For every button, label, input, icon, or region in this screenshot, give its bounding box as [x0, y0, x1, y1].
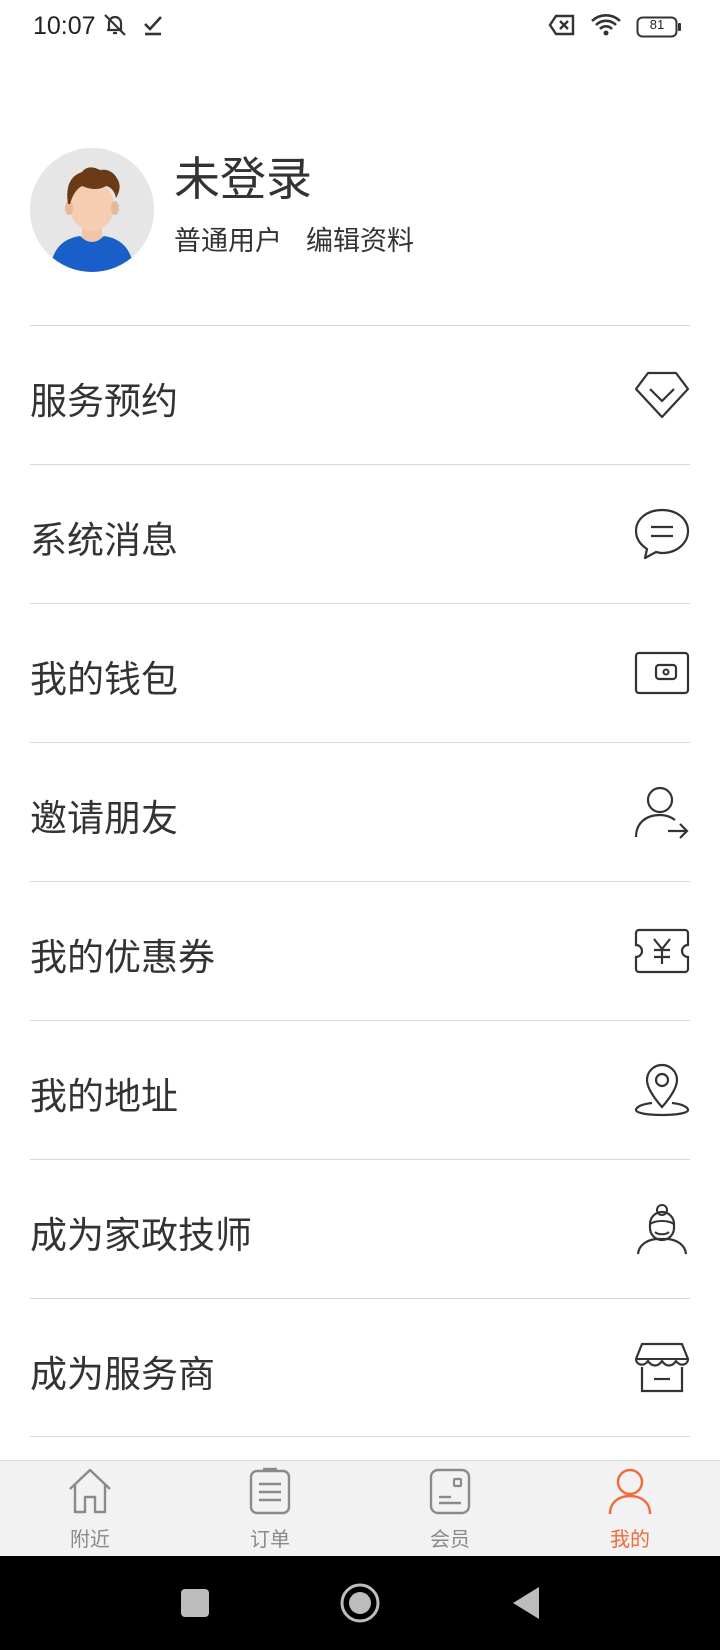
home-circle-icon — [340, 1583, 380, 1623]
status-bar: 10:07 81 — [0, 0, 720, 56]
edit-profile-link[interactable]: 编辑资料 — [306, 228, 414, 255]
menu-item-label: 成为服务商 — [30, 1352, 215, 1396]
menu-item-label: 我的钱包 — [30, 658, 178, 701]
location-pin-icon — [634, 1062, 690, 1118]
profile-name: 未登录 — [174, 152, 312, 206]
menu-list: 服务预约 系统消息 我的钱包 邀请朋友 我的优惠券 我的地址 成为家政技师 成为… — [30, 325, 690, 1437]
tab-label: 附近 — [70, 1527, 110, 1551]
check-icon — [143, 12, 163, 42]
tab-nearby[interactable]: 附近 — [0, 1461, 180, 1556]
home-nav-button[interactable] — [335, 1556, 385, 1650]
invite-user-icon — [634, 784, 690, 840]
menu-item-label: 成为家政技师 — [30, 1214, 252, 1257]
battery-icon: 81 — [636, 15, 682, 39]
coupon-icon — [634, 923, 690, 979]
back-button[interactable] — [500, 1556, 550, 1650]
menu-item-become-provider[interactable]: 成为服务商 — [30, 1298, 690, 1437]
menu-item-service-booking[interactable]: 服务预约 — [30, 325, 690, 464]
tab-member[interactable]: 会员 — [360, 1461, 540, 1556]
back-icon — [513, 1587, 539, 1619]
tab-label: 我的 — [610, 1527, 650, 1551]
home-icon — [67, 1467, 113, 1519]
menu-item-label: 我的地址 — [30, 1075, 178, 1118]
order-list-icon — [247, 1467, 293, 1519]
recents-icon — [181, 1589, 209, 1617]
menu-item-label: 邀请朋友 — [30, 797, 178, 840]
diamond-icon — [634, 367, 690, 423]
menu-item-become-technician[interactable]: 成为家政技师 — [30, 1159, 690, 1298]
menu-item-label: 系统消息 — [30, 519, 178, 562]
recents-button[interactable] — [170, 1556, 220, 1650]
tab-orders[interactable]: 订单 — [180, 1461, 360, 1556]
battery-level: 81 — [649, 17, 665, 32]
member-card-icon — [427, 1467, 473, 1519]
tab-mine[interactable]: 我的 — [540, 1461, 720, 1556]
user-avatar-icon — [30, 148, 154, 272]
store-icon — [634, 1340, 690, 1396]
profile-icon — [607, 1467, 653, 1519]
avatar[interactable] — [30, 148, 154, 272]
user-type-label: 普通用户 — [174, 226, 282, 257]
sim-off-icon — [548, 13, 576, 41]
message-icon — [634, 506, 690, 562]
menu-item-wallet[interactable]: 我的钱包 — [30, 603, 690, 742]
menu-item-label: 我的优惠券 — [30, 936, 215, 979]
tab-label: 订单 — [250, 1527, 290, 1551]
profile-header[interactable]: 未登录 普通用户 编辑资料 — [30, 148, 690, 272]
housekeeper-icon — [634, 1201, 690, 1257]
system-navbar — [0, 1556, 720, 1650]
bottom-tabbar: 附近 订单 会员 我的 — [0, 1460, 720, 1556]
menu-item-coupons[interactable]: 我的优惠券 — [30, 881, 690, 1020]
menu-item-addresses[interactable]: 我的地址 — [30, 1020, 690, 1159]
mute-icon — [101, 12, 129, 42]
wallet-icon — [634, 645, 690, 701]
menu-item-system-messages[interactable]: 系统消息 — [30, 464, 690, 603]
wifi-icon — [590, 13, 622, 41]
tab-label: 会员 — [430, 1527, 470, 1551]
menu-item-label: 服务预约 — [30, 380, 178, 423]
menu-item-invite-friends[interactable]: 邀请朋友 — [30, 742, 690, 881]
status-time: 10:07 — [33, 12, 96, 40]
